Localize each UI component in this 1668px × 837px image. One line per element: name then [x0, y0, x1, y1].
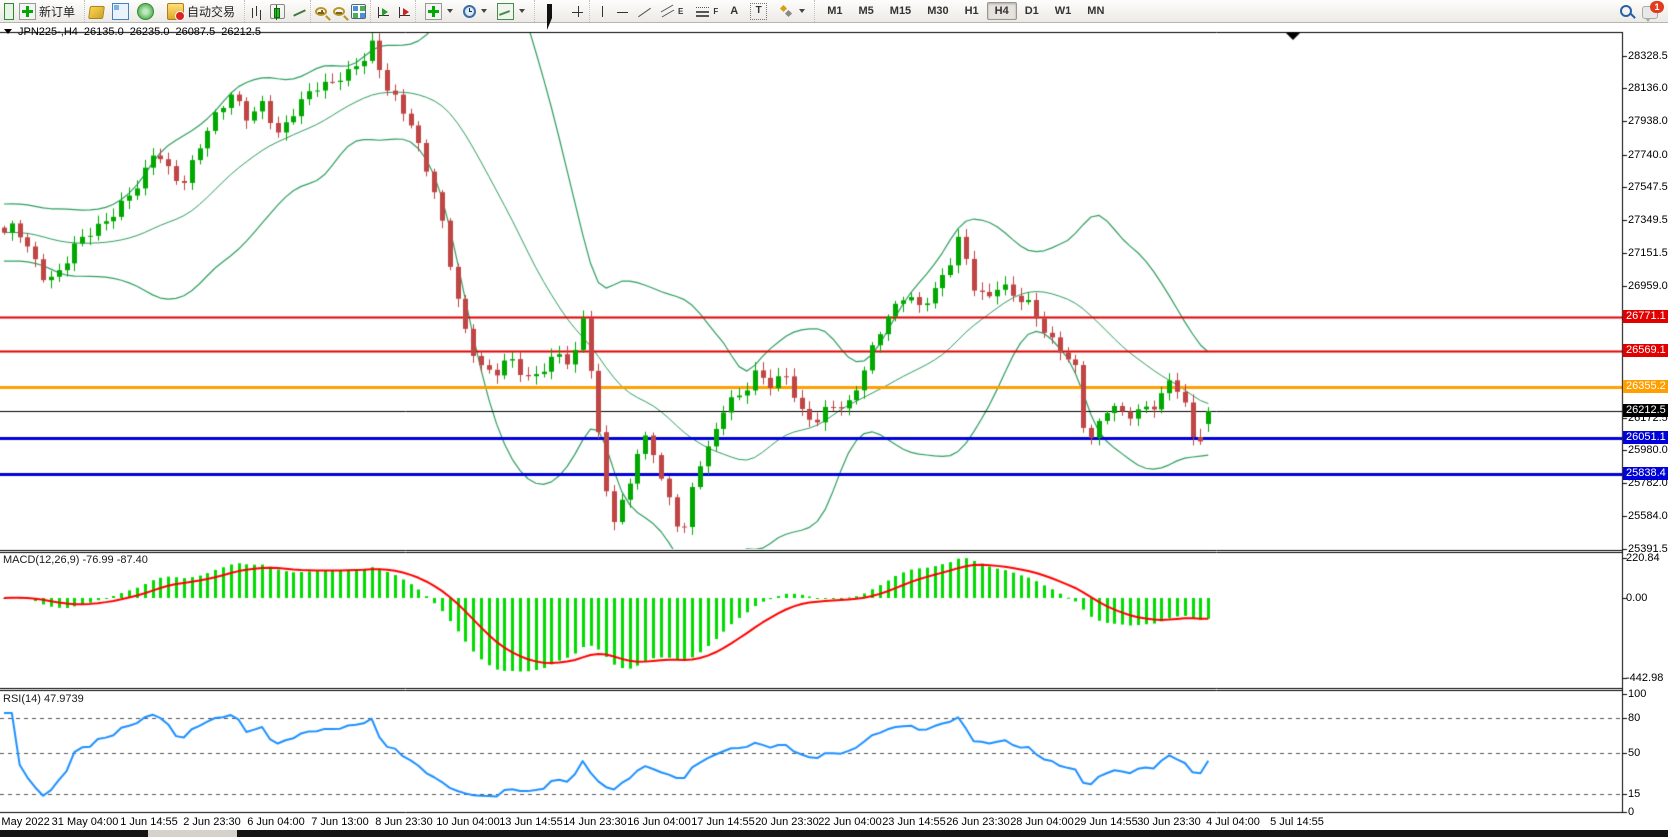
- vertical-line-tool-button[interactable]: [594, 4, 609, 19]
- timeframe-button-h4[interactable]: H4: [987, 2, 1017, 20]
- indicators-button[interactable]: [420, 2, 458, 20]
- toolbar-group-zoom: [310, 0, 370, 22]
- fibonacci-icon: [695, 4, 710, 19]
- autotrading-label: 自动交易: [187, 3, 235, 20]
- ohlc-open: 26135.0: [84, 26, 124, 38]
- bottom-strip-left: [0, 830, 148, 837]
- timeframe-button-m30[interactable]: M30: [919, 2, 956, 20]
- text-label-icon: T: [750, 3, 767, 20]
- text-label-tool-button[interactable]: T: [745, 2, 772, 20]
- bar-chart-button[interactable]: [249, 4, 264, 19]
- symbol-period-label: JPN225-,H4: [18, 26, 78, 38]
- macd-indicator-label: MACD(12,26,9) -76.99 -87.40: [3, 554, 148, 566]
- toolbar-group-chart-type: [244, 0, 310, 22]
- text-tool-label: A: [730, 4, 738, 19]
- new-order-button[interactable]: 新订单: [14, 2, 80, 20]
- trendline-tool-button[interactable]: [636, 4, 651, 19]
- text-tool-button[interactable]: A: [725, 2, 743, 20]
- timeframe-button-m5[interactable]: M5: [851, 2, 882, 20]
- ohlc-low: 26087.5: [175, 26, 215, 38]
- new-order-icon: [19, 3, 36, 20]
- autotrading-button[interactable]: 自动交易: [162, 2, 240, 20]
- periods-clock-icon: [463, 5, 476, 18]
- toolbar-group-cursor: [534, 0, 589, 22]
- channel-icon: [660, 4, 675, 19]
- timeframe-button-mn[interactable]: MN: [1079, 2, 1112, 20]
- search-icon[interactable]: [1620, 5, 1632, 17]
- chart-canvas[interactable]: [0, 0, 1668, 837]
- toolbar-right-tools: 1: [1620, 4, 1668, 19]
- templates-icon: [497, 3, 514, 20]
- channel-tool-button[interactable]: E: [655, 2, 688, 20]
- ohlc-high: 26235.0: [130, 26, 170, 38]
- arrows-tool-button[interactable]: [774, 2, 810, 20]
- timeframe-button-w1[interactable]: W1: [1047, 2, 1080, 20]
- toolbar-group-objects: E F A T: [589, 0, 814, 22]
- toolbar-group-scroll: [370, 0, 415, 22]
- chart-title: JPN225-,H4 26135.0 26235.0 26087.5 26212…: [4, 26, 261, 38]
- tile-windows-button[interactable]: [351, 4, 366, 19]
- arrows-icon: [779, 4, 794, 19]
- toolbar-group-windows: 自动交易: [84, 0, 244, 22]
- toolbar-group-trade: 新订单: [0, 0, 84, 22]
- new-order-label: 新订单: [39, 3, 75, 20]
- periods-caret-icon: [481, 9, 487, 13]
- cursor-icon: [547, 4, 557, 30]
- horizontal-line-tool-button[interactable]: [615, 4, 630, 19]
- channel-sub-label: E: [678, 4, 683, 19]
- main-toolbar: 新订单 自动交易: [0, 0, 1668, 23]
- toolbar-group-insert: [415, 0, 534, 22]
- indicators-caret-icon: [447, 9, 453, 13]
- arrows-caret-icon: [799, 9, 805, 13]
- indicators-icon: [425, 3, 442, 20]
- autotrading-icon: [167, 3, 184, 20]
- notification-badge: 1: [1650, 1, 1664, 13]
- rsi-indicator-label: RSI(14) 47.9739: [3, 693, 84, 705]
- templates-button[interactable]: [492, 2, 530, 20]
- ohlc-close: 26212.5: [221, 26, 261, 38]
- fibonacci-sub-label: F: [713, 4, 718, 19]
- cursor-tool-button[interactable]: [539, 2, 564, 20]
- profiles-icon[interactable]: [112, 3, 129, 20]
- periods-button[interactable]: [458, 2, 492, 20]
- zoom-in-button[interactable]: [315, 7, 327, 16]
- chart-shift-button[interactable]: [396, 4, 411, 19]
- bottom-strip-right: [237, 830, 1668, 837]
- timeframe-button-h1[interactable]: H1: [957, 2, 987, 20]
- one-click-trading-arrow-icon[interactable]: [4, 29, 12, 34]
- bottom-strip-gap: [148, 830, 237, 837]
- timeframe-button-m1[interactable]: M1: [819, 2, 850, 20]
- chart-area: JPN225-,H4 26135.0 26235.0 26087.5 26212…: [0, 0, 1668, 837]
- trading-terminal-window: JPN225-,H4 26135.0 26235.0 26087.5 26212…: [0, 0, 1668, 837]
- templates-caret-icon: [519, 9, 525, 13]
- crosshair-tool-button[interactable]: [570, 4, 585, 19]
- market-watch-icon[interactable]: [88, 6, 105, 19]
- candlestick-chart-button[interactable]: [270, 4, 285, 19]
- chart-window-icon[interactable]: [4, 3, 14, 20]
- timeframe-toolbar: M1M5M15M30H1H4D1W1MN: [814, 0, 1116, 22]
- fibonacci-tool-button[interactable]: F: [690, 2, 723, 20]
- signals-icon[interactable]: [137, 3, 154, 20]
- notifications-icon[interactable]: 1: [1642, 6, 1658, 19]
- timeframe-button-d1[interactable]: D1: [1017, 2, 1047, 20]
- auto-scroll-button[interactable]: [375, 4, 390, 19]
- zoom-out-button[interactable]: [333, 7, 345, 16]
- timeframe-button-m15[interactable]: M15: [882, 2, 919, 20]
- line-chart-button[interactable]: [291, 4, 306, 19]
